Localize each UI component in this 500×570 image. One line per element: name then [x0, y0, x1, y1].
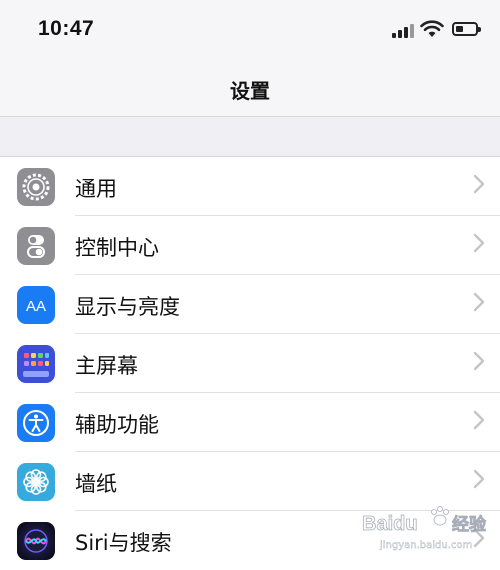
chevron-right-icon	[473, 292, 485, 312]
accessibility-icon	[17, 404, 55, 442]
settings-item-label: 辅助功能	[75, 413, 159, 437]
settings-item-display-brightness[interactable]: AA 显示与亮度	[0, 275, 500, 334]
svg-text:AA: AA	[26, 298, 46, 315]
settings-item-label: 通用	[75, 177, 117, 201]
watermark-url: jingyan.baidu.com	[379, 540, 472, 551]
siri-icon	[17, 522, 55, 560]
navigation-bar: 设置	[0, 60, 500, 117]
watermark-sub: 经验	[452, 514, 487, 535]
chevron-right-icon	[473, 410, 485, 430]
settings-item-label: Siri与搜索	[75, 531, 172, 555]
chevron-right-icon	[473, 351, 485, 371]
settings-item-label: 墙纸	[75, 472, 117, 496]
settings-item-control-center[interactable]: 控制中心	[0, 216, 500, 275]
settings-item-general[interactable]: 通用	[0, 157, 500, 216]
settings-item-label: 主屏幕	[75, 354, 138, 378]
battery-icon	[452, 22, 481, 36]
status-bar: 10:47	[0, 0, 500, 60]
wifi-icon	[420, 20, 444, 37]
paw-logo-icon	[431, 506, 449, 526]
status-time: 10:47	[38, 17, 95, 40]
chevron-right-icon	[473, 174, 485, 194]
settings-item-accessibility[interactable]: 辅助功能	[0, 393, 500, 452]
settings-item-label: 控制中心	[75, 236, 159, 260]
baidu-watermark: Baidu 经验 jingyan.baidu.com	[360, 500, 500, 558]
chevron-right-icon	[473, 233, 485, 253]
gear-icon	[17, 168, 55, 206]
settings-item-label: 显示与亮度	[75, 295, 180, 319]
app-grid-icon	[17, 345, 55, 383]
text-size-icon: AA	[17, 286, 55, 324]
watermark-brand: Baidu	[362, 513, 418, 535]
page-title: 设置	[230, 79, 270, 103]
settings-item-home-screen[interactable]: 主屏幕	[0, 334, 500, 393]
flower-icon	[17, 463, 55, 501]
chevron-right-icon	[473, 469, 485, 489]
toggles-icon	[17, 227, 55, 265]
cellular-signal-icon	[392, 24, 414, 38]
